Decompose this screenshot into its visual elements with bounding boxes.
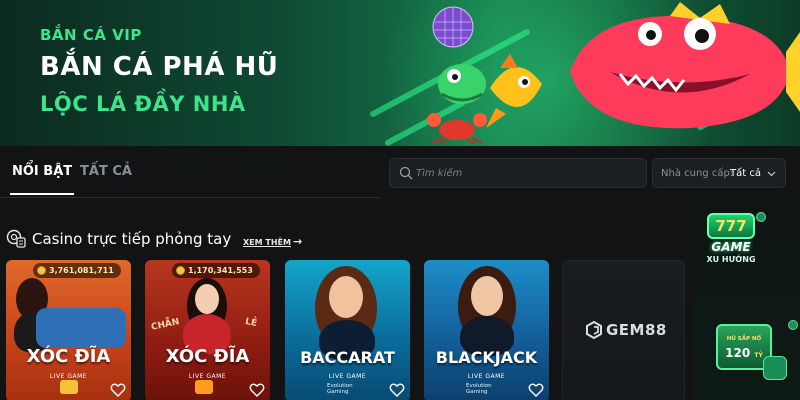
yellow-fish-icon — [486, 54, 542, 128]
studio-logo-icon — [195, 380, 213, 394]
favorite-heart-icon[interactable] — [528, 382, 544, 398]
disco-ball-icon — [432, 6, 474, 48]
provider-label: Nhà cung cấp: — [661, 168, 734, 179]
jackpot-promo-caption: HŨ SẮP NỔ — [726, 336, 762, 342]
jackpot-amount: 1,170,341,553 — [188, 266, 253, 275]
game-trend-caption: XU HƯỚNG — [706, 255, 756, 264]
gem88-text: GEM88 — [606, 321, 667, 339]
provider-value: Tất cả — [730, 168, 761, 179]
tab-all[interactable]: TẤT CẢ — [80, 164, 132, 179]
favorite-heart-icon[interactable] — [110, 382, 126, 398]
chat-support-button[interactable] — [763, 356, 787, 380]
big-fish-icon — [570, 2, 800, 129]
jackpot-badge: 1,170,341,553 — [172, 263, 260, 278]
game-card-xoc-dia-1[interactable]: 3,761,081,711 XÓC ĐĨA LIVE GAME — [6, 260, 131, 400]
dealer-head — [329, 276, 363, 318]
app-root: BẮN CÁ VIP BẮN CÁ PHÁ HŨ LỘC LÁ ĐẦY NHÀ … — [0, 0, 800, 400]
card-subtitle: LIVE GAME — [49, 373, 88, 380]
provider-select[interactable]: Nhà cung cấp: Tất cả — [652, 158, 786, 188]
search-box[interactable] — [389, 158, 647, 188]
search-icon — [399, 166, 413, 180]
tab-featured[interactable]: NỔI BẬT — [9, 164, 75, 195]
card-title: XÓC ĐĨA — [165, 346, 250, 367]
section-title: Casino trực tiếp phỏng tay — [32, 230, 232, 248]
see-more-label: XEM THÊM — [243, 238, 291, 247]
arrow-right-icon: → — [292, 235, 303, 248]
coin-icon — [37, 266, 46, 275]
category-tabs: NỔI BẬT TẤT CẢ — [0, 148, 380, 200]
dealer-head — [195, 284, 219, 314]
game-table — [36, 308, 126, 348]
studio-logo-icon — [60, 380, 78, 394]
card-title: XÓC ĐĨA — [26, 346, 111, 367]
close-badge-icon[interactable] — [788, 320, 798, 330]
provider-line-2: Gaming — [327, 389, 349, 395]
see-more-link[interactable]: XEM THÊM → — [243, 235, 302, 248]
search-input[interactable] — [416, 164, 636, 182]
game-trend-badge[interactable]: 777 — [707, 213, 755, 239]
card-title: BACCARAT — [300, 348, 395, 367]
gem88-logo-icon — [586, 321, 602, 339]
provider-evolution: Evolution Gaming — [466, 383, 492, 395]
jackpot-promo-amount: 120 TỶ — [722, 346, 766, 360]
favorite-heart-icon[interactable] — [389, 382, 405, 398]
provider-evolution: Evolution Gaming — [327, 383, 353, 395]
provider-line-2: Gaming — [466, 389, 488, 395]
table-label-right: LẺ — [244, 316, 258, 330]
dealer-head — [471, 276, 503, 316]
casino-chip-icon — [6, 229, 26, 248]
gem88-logo: GEM88 — [585, 321, 667, 339]
card-subtitle: LIVE GAME — [467, 373, 506, 380]
card-subtitle: LIVE GAME — [328, 373, 367, 380]
banner-title: BẮN CÁ PHÁ HŨ — [40, 52, 279, 82]
table-label-left: CHẴN — [150, 317, 181, 333]
game-card-gem88[interactable]: GEM88 — [562, 260, 685, 400]
jackpot-amount: 3,761,081,711 — [49, 266, 114, 275]
card-title: BLACKJACK — [435, 348, 538, 367]
banner-kicker: BẮN CÁ VIP — [40, 26, 142, 44]
jackpot-badge: 3,761,081,711 — [33, 263, 121, 278]
chevron-down-icon — [767, 171, 776, 177]
banner-subtitle: LỘC LÁ ĐẦY NHÀ — [40, 92, 246, 116]
game-card-xoc-dia-2[interactable]: 1,170,341,553 CHẴN LẺ XÓC ĐĨA LIVE GAME — [145, 260, 270, 400]
close-badge-icon[interactable] — [756, 212, 766, 222]
hero-banner[interactable]: BẮN CÁ VIP BẮN CÁ PHÁ HŨ LỘC LÁ ĐẦY NHÀ — [0, 0, 800, 146]
coin-icon — [176, 266, 185, 275]
favorite-heart-icon[interactable] — [249, 382, 265, 398]
jackpot-amount-value: 120 — [725, 346, 751, 360]
jackpot-unit: TỶ — [754, 352, 763, 359]
card-subtitle: LIVE GAME — [188, 373, 227, 380]
game-trend-label: GAME — [711, 240, 751, 254]
game-card-blackjack[interactable]: BLACKJACK LIVE GAME Evolution Gaming — [424, 260, 549, 400]
tabs-divider — [0, 197, 380, 198]
game-card-baccarat[interactable]: BACCARAT LIVE GAME Evolution Gaming — [285, 260, 410, 400]
